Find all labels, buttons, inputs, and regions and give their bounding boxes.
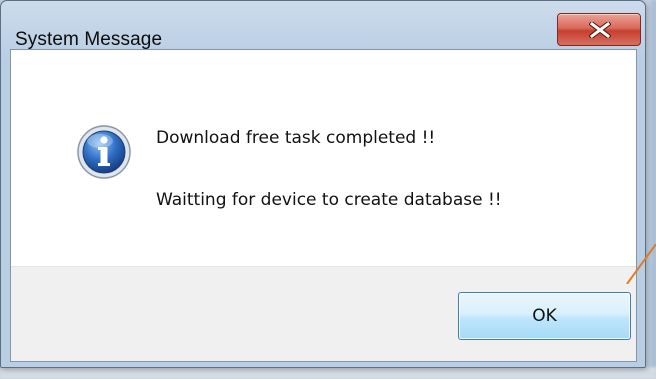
ok-button[interactable]: OK [458, 292, 631, 340]
system-message-dialog: System Message Download free task comple… [0, 0, 646, 368]
message-line-1: Download free task completed !! [156, 128, 436, 148]
dialog-client-area: Download free task completed !! Waitting… [10, 49, 637, 362]
dialog-title: System Message [15, 29, 163, 50]
background-edge [0, 367, 656, 379]
dialog-titlebar[interactable]: System Message [1, 1, 645, 50]
button-bar: OK [11, 266, 636, 361]
annotation-pointer-line [626, 244, 656, 284]
info-icon [77, 125, 131, 179]
message-line-2: Waitting for device to create database !… [156, 190, 502, 210]
close-x-icon [589, 22, 611, 38]
close-button[interactable] [557, 13, 641, 46]
message-area: Download free task completed !! Waitting… [11, 50, 636, 266]
